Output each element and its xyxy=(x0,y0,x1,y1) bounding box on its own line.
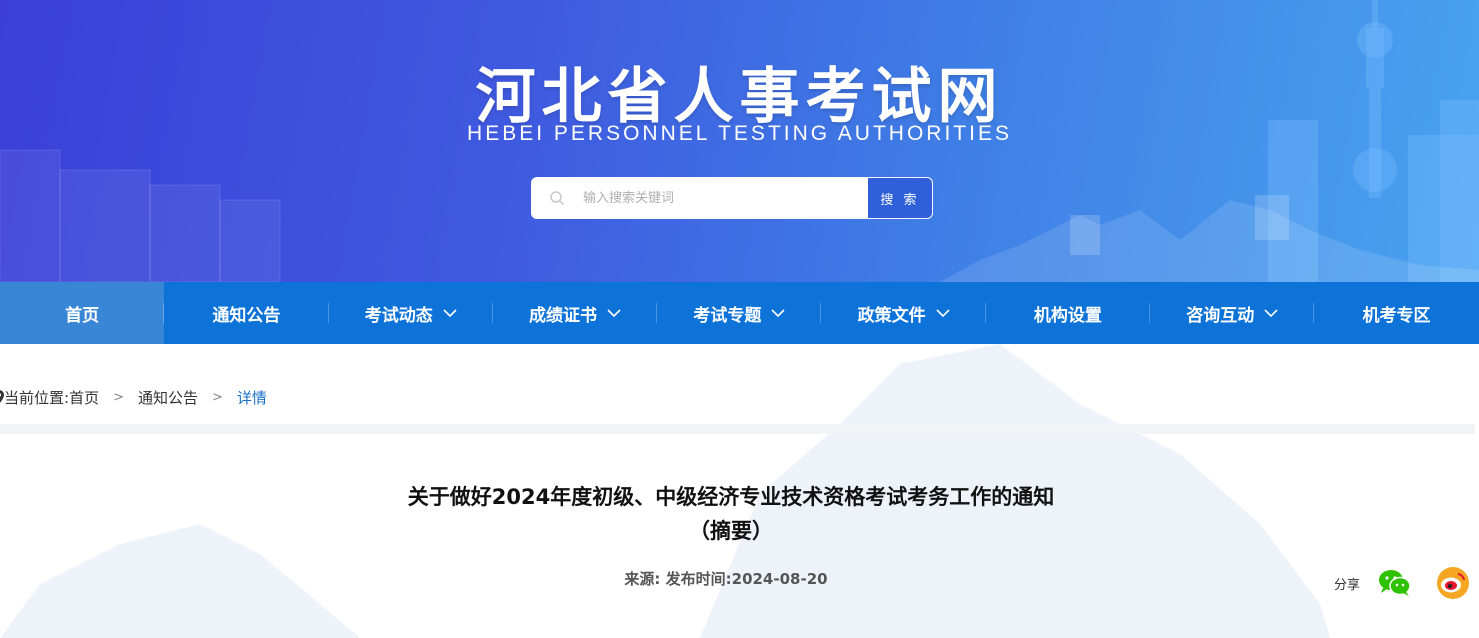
main-nav: 首页 通知公告 考试动态 成绩证书 考试专题 政策文件 机构设置 咨询互动 机考… xyxy=(0,282,1479,344)
nav-item-label: 政策文件 xyxy=(857,305,926,326)
share-label: 分享 xyxy=(1334,577,1361,593)
nav-item-label: 成绩证书 xyxy=(529,305,598,326)
weibo-icon[interactable] xyxy=(1436,566,1470,600)
breadcrumb-separator: > xyxy=(212,389,223,405)
search-button[interactable]: 搜 索 xyxy=(868,178,932,218)
section-divider xyxy=(0,424,1475,434)
nav-item-label: 考试动态 xyxy=(364,305,433,326)
article-meta: 来源: 发布时间:2024-08-20 xyxy=(624,570,828,588)
search-icon xyxy=(531,177,583,219)
breadcrumb: 当前位置: 首页 > 通知公告 > 详情 xyxy=(0,386,267,408)
nav-item-label: 机考专区 xyxy=(1362,305,1431,326)
nav-item-notices[interactable]: 通知公告 xyxy=(164,282,329,344)
nav-item-label: 咨询互动 xyxy=(1186,305,1255,326)
nav-item-consultation[interactable]: 咨询互动 xyxy=(1150,282,1315,344)
breadcrumb-separator: > xyxy=(113,389,124,405)
chevron-down-icon xyxy=(936,308,950,318)
header-banner: 河北省人事考试网 HEBEI PERSONNEL TESTING AUTHORI… xyxy=(0,0,1479,282)
breadcrumb-current: 详情 xyxy=(236,388,267,407)
chevron-down-icon xyxy=(771,308,785,318)
nav-item-computer-exam[interactable]: 机考专区 xyxy=(1314,282,1478,344)
chevron-down-icon xyxy=(607,308,621,318)
nav-item-label: 机构设置 xyxy=(1033,305,1102,326)
nav-item-label: 通知公告 xyxy=(212,305,281,326)
nav-item-label: 首页 xyxy=(65,305,100,326)
article-title-line: 关于做好2024年度初级、中级经济专业技术资格考试考务工作的通知 xyxy=(407,485,1055,509)
nav-item-exam-news[interactable]: 考试动态 xyxy=(329,282,493,344)
chevron-down-icon xyxy=(1264,308,1278,318)
site-subtitle: HEBEI PERSONNEL TESTING AUTHORITIES xyxy=(467,122,1012,145)
share-bar: 分享 xyxy=(1334,566,1470,600)
article-title-line: （摘要） xyxy=(689,519,773,543)
chevron-down-icon xyxy=(443,308,457,318)
nav-item-scores-certificates[interactable]: 成绩证书 xyxy=(493,282,658,344)
article-title: 关于做好2024年度初级、中级经济专业技术资格考试考务工作的通知 （摘要） xyxy=(0,480,1462,548)
nav-item-home[interactable]: 首页 xyxy=(0,282,165,344)
breadcrumb-prefix: 当前位置: xyxy=(4,388,70,407)
nav-item-exam-topics[interactable]: 考试专题 xyxy=(657,282,822,344)
nav-item-organization[interactable]: 机构设置 xyxy=(986,282,1151,344)
nav-item-label: 考试专题 xyxy=(693,305,762,326)
nav-item-policy-documents[interactable]: 政策文件 xyxy=(821,282,986,344)
search-box: 搜 索 xyxy=(531,177,933,219)
search-input[interactable] xyxy=(583,178,867,218)
breadcrumb-section[interactable]: 通知公告 xyxy=(138,387,198,408)
breadcrumb-home[interactable]: 首页 xyxy=(69,387,99,408)
wechat-icon[interactable] xyxy=(1378,569,1412,597)
